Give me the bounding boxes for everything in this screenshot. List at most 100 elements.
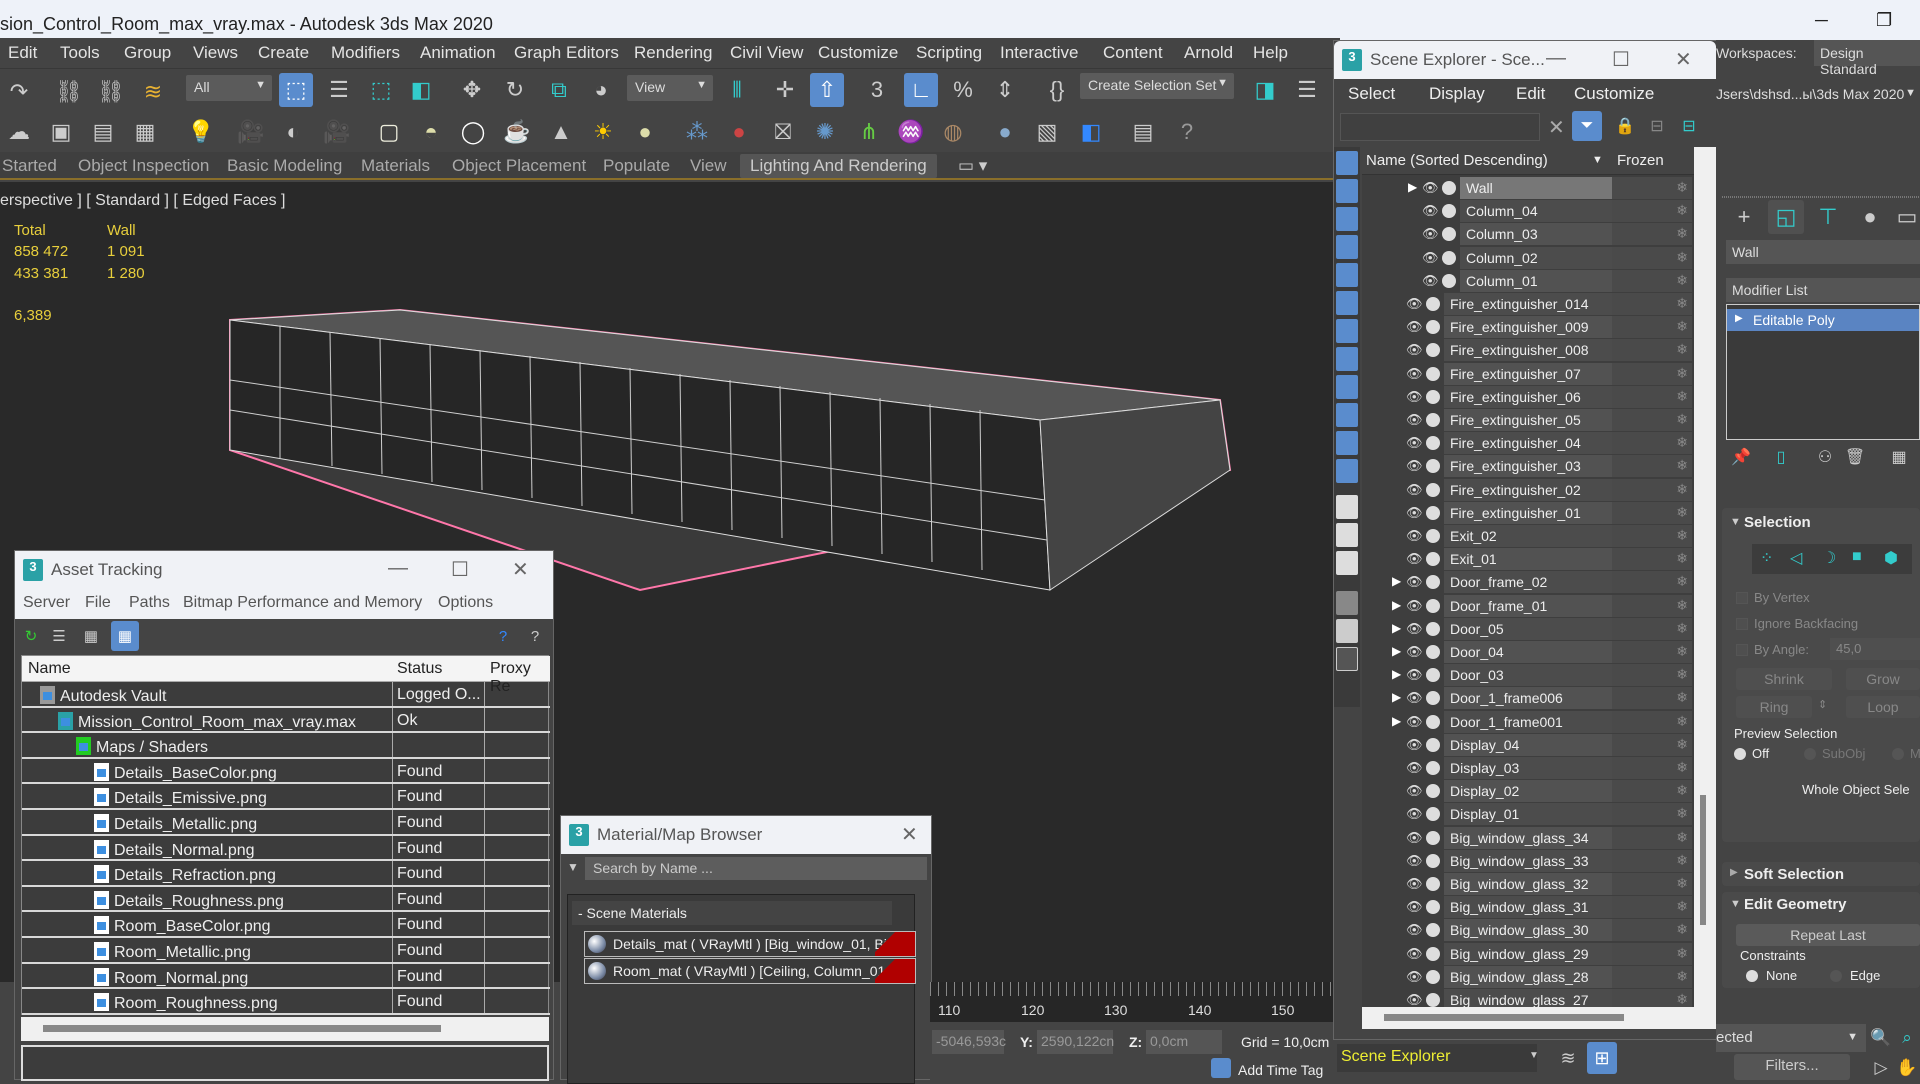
visibility-eye-icon[interactable]: 👁 [1406, 366, 1423, 382]
menu-tools[interactable]: Tools [60, 43, 100, 63]
freeze-icon[interactable]: ❄ [1676, 736, 1688, 753]
object-name[interactable]: Display_02 [1444, 780, 1612, 803]
render-toggle-icon[interactable] [1426, 575, 1440, 590]
freeze-icon[interactable]: ❄ [1676, 945, 1688, 962]
menu-paths[interactable]: Paths [129, 594, 170, 612]
expand-arrow-icon[interactable]: ▶ [1392, 644, 1401, 658]
select-manipulate-icon[interactable]: ✛ [768, 73, 802, 107]
named-selection-edit-icon[interactable]: {} [1040, 73, 1074, 107]
soft-selection-rollout[interactable]: ▶ Soft Selection [1722, 862, 1920, 886]
object-name[interactable]: Column_04 [1460, 200, 1612, 223]
visibility-eye-icon[interactable]: 👁 [1406, 598, 1423, 614]
freeze-icon[interactable]: ❄ [1676, 179, 1688, 196]
object-name[interactable]: Big_window_glass_27 [1444, 989, 1612, 1007]
rect-selection-icon[interactable]: ⬚ [364, 73, 398, 107]
object-name[interactable]: Column_03 [1460, 223, 1612, 246]
display-all-icon[interactable] [1336, 495, 1358, 519]
col-frozen[interactable]: Frozen [1617, 152, 1664, 169]
scene-object-row[interactable]: 👁 Fire_extinguisher_05 ❄ [1362, 409, 1698, 432]
scene-object-row[interactable]: 👁 Big_window_glass_29 ❄ [1362, 942, 1698, 966]
list-view-icon[interactable]: ☰ [45, 621, 73, 651]
containers-filter-icon[interactable] [1336, 403, 1358, 427]
render-toggle-icon[interactable] [1426, 598, 1440, 613]
create-selection-set-dropdown[interactable]: Create Selection Set ▼ [1080, 73, 1234, 99]
remove-modifier-icon[interactable]: 🗑 [1840, 442, 1870, 472]
render-toggle-icon[interactable] [1442, 273, 1456, 288]
scene-object-row[interactable]: 👁 Column_02 ❄ [1362, 246, 1698, 270]
scene-object-row[interactable]: 👁 Fire_extinguisher_02 ❄ [1362, 478, 1698, 502]
scene-object-row[interactable]: 👁 Big_window_glass_31 ❄ [1362, 896, 1698, 919]
scene-object-row[interactable]: 👁 Fire_extinguisher_03 ❄ [1362, 455, 1698, 478]
scene-object-row[interactable]: 👁 Display_04 ❄ [1362, 733, 1698, 757]
scene-object-row[interactable]: 👁 Fire_extinguisher_06 ❄ [1362, 385, 1698, 409]
frozen-cell[interactable]: ❄ [1612, 455, 1692, 478]
preview-subobj-radio[interactable] [1804, 748, 1816, 760]
freeze-icon[interactable]: ❄ [1676, 759, 1688, 776]
object-name[interactable]: Column_01 [1460, 269, 1612, 292]
render-toggle-icon[interactable] [1426, 645, 1440, 659]
render-toggle-icon[interactable] [1426, 482, 1440, 497]
angle-spinner[interactable]: 45,0 [1830, 638, 1920, 660]
sort-descending-icon[interactable]: ▼ [1592, 154, 1603, 166]
visibility-eye-icon[interactable]: 👁 [1406, 644, 1423, 660]
zoom-icon[interactable]: 🔍 [1866, 1024, 1896, 1052]
render-toggle-icon[interactable] [1426, 969, 1440, 984]
minimize-button[interactable]: ─ [1815, 10, 1828, 31]
object-name[interactable]: Display_01 [1444, 803, 1612, 826]
freeze-icon[interactable]: ❄ [1676, 852, 1688, 869]
render-toggle-icon[interactable] [1426, 830, 1440, 845]
frozen-cell[interactable]: ❄ [1612, 594, 1692, 617]
visibility-eye-icon[interactable]: 👁 [1406, 342, 1423, 358]
show-end-result-icon[interactable]: ▯ [1766, 442, 1796, 472]
polygon-icon[interactable]: ■ [1852, 548, 1862, 566]
scrollbar-thumb[interactable] [1700, 795, 1706, 925]
render-toggle-icon[interactable] [1426, 552, 1440, 567]
minimize-button[interactable]: — [1546, 47, 1566, 70]
menu-group[interactable]: Group [124, 43, 171, 63]
material-search-input[interactable]: Search by Name ... [585, 857, 927, 880]
menu-options[interactable]: Options [438, 594, 493, 612]
object-name[interactable]: Fire_extinguisher_07 [1444, 362, 1612, 385]
material-sphere-icon[interactable]: ● [988, 115, 1022, 149]
asset-row[interactable]: Details_Metallic.png Found [22, 810, 550, 836]
scrollbar-thumb[interactable] [43, 1025, 441, 1032]
object-name[interactable]: Fire_extinguisher_014 [1444, 293, 1612, 315]
object-name[interactable]: Big_window_glass_28 [1444, 965, 1612, 988]
render-toggle-icon[interactable] [1426, 366, 1440, 381]
render-toggle-icon[interactable] [1426, 784, 1440, 799]
freeze-icon[interactable]: ❄ [1676, 295, 1688, 312]
freeze-icon[interactable]: ❄ [1676, 968, 1688, 985]
frozen-cell[interactable]: ❄ [1612, 200, 1692, 223]
render-frame-icon[interactable]: ▣ [44, 115, 78, 149]
visibility-eye-icon[interactable]: 👁 [1406, 528, 1423, 544]
object-name[interactable]: Fire_extinguisher_04 [1444, 432, 1612, 455]
camera-icon[interactable]: 🎥 [234, 115, 268, 149]
dome-light-icon[interactable]: ◓ [414, 115, 448, 149]
frozen-cell[interactable]: ❄ [1612, 316, 1692, 339]
ignore-backfacing-checkbox[interactable] [1736, 618, 1748, 630]
invert-display-icon[interactable] [1336, 551, 1358, 575]
expand-arrow-icon[interactable]: ▶ [1392, 690, 1401, 704]
edit-geometry-title[interactable]: Edit Geometry [1744, 896, 1847, 913]
visibility-eye-icon[interactable]: 👁 [1422, 250, 1439, 266]
display-none-icon[interactable] [1336, 523, 1358, 547]
cloud-icon[interactable]: ☁ [2, 115, 36, 149]
menu-edit[interactable]: Edit [1516, 84, 1545, 104]
expand-icon[interactable]: ▶ [1730, 867, 1738, 878]
scene-object-row[interactable]: ▶ 👁 Door_05 ❄ [1362, 617, 1698, 641]
create-tab-icon[interactable]: + [1726, 200, 1762, 234]
tab-object-placement[interactable]: Object Placement [452, 156, 586, 176]
selection-filter-dropdown[interactable]: All ▼ [186, 75, 272, 101]
by-vertex-checkbox[interactable] [1736, 592, 1748, 604]
freeze-icon[interactable]: ❄ [1676, 666, 1688, 683]
freeze-icon[interactable]: ❄ [1676, 481, 1688, 498]
motion-tab-icon[interactable]: ● [1852, 200, 1888, 234]
context-help-icon[interactable]: ? [521, 621, 549, 651]
chevron-down-icon[interactable]: ▼ [1529, 1050, 1539, 1061]
asset-row[interactable]: Mission_Control_Room_max_vray.max Ok [22, 707, 550, 734]
selection-set-icon[interactable] [1336, 647, 1358, 671]
mirror-icon[interactable]: ◨ [1248, 73, 1282, 107]
workspace-dropdown[interactable]: Design Standard [1814, 40, 1920, 77]
visibility-eye-icon[interactable]: 👁 [1406, 783, 1423, 799]
object-name[interactable]: Door_frame_02 [1444, 571, 1612, 594]
